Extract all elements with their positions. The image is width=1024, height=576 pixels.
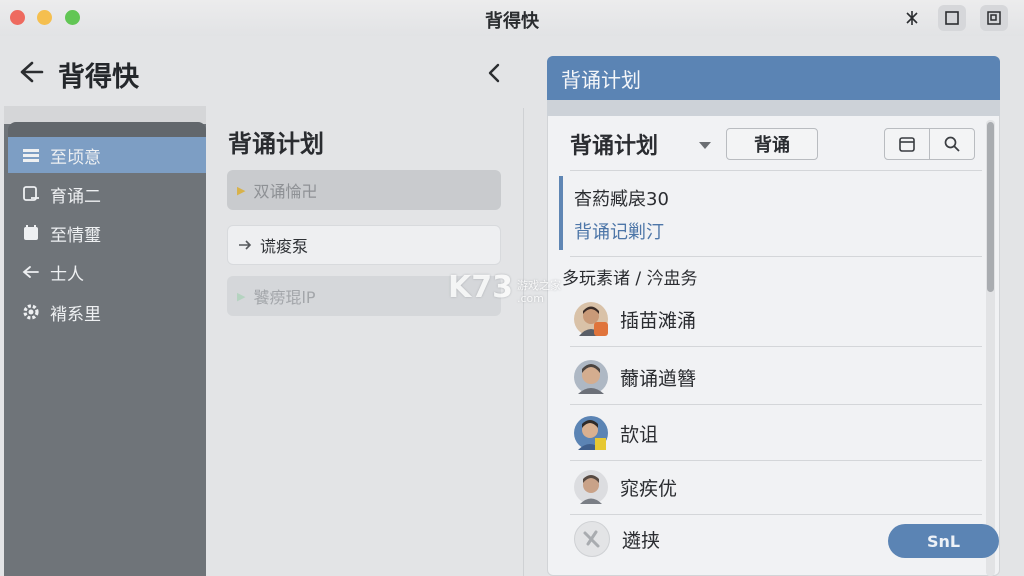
separator xyxy=(570,170,982,171)
list-icon xyxy=(20,147,42,163)
separator xyxy=(570,256,982,257)
sidebar-item-label: 育诵二 xyxy=(50,186,101,207)
sidebar-item-label: 褙系里 xyxy=(50,304,101,325)
plan-list-title: 背诵计划 xyxy=(228,130,324,158)
avatar xyxy=(574,521,610,557)
note-line-1: 杳葯臧扆30 xyxy=(574,189,669,210)
watermark-logo: K73 游戏之家 .com xyxy=(448,270,561,305)
calendar-icon[interactable] xyxy=(884,128,930,160)
triangle-right-icon: ▶ xyxy=(237,183,246,197)
note-accent-bar xyxy=(559,176,563,250)
back-arrow-icon[interactable] xyxy=(16,58,44,86)
avatar xyxy=(574,302,608,336)
user-row-3[interactable]: 欯诅 xyxy=(570,406,982,460)
panel-subheader xyxy=(547,100,1000,116)
maximize-icon[interactable] xyxy=(938,5,966,31)
user-name: 插苗滩涌 xyxy=(620,309,697,332)
plan-item-label: 谎痠泵 xyxy=(260,237,309,256)
sidebar-item-5[interactable]: 褙系里 xyxy=(8,294,206,330)
sidebar-item-label: 士人 xyxy=(50,264,84,285)
avatar xyxy=(574,470,608,504)
triangle-right-icon: ▶ xyxy=(237,289,246,303)
search-icon[interactable] xyxy=(929,128,975,160)
sidebar-item-4[interactable]: 士人 xyxy=(8,254,206,290)
card-icon xyxy=(20,185,42,203)
plan-item-1[interactable]: ▶ 双诵惀卍 xyxy=(227,170,501,210)
separator xyxy=(570,346,982,347)
section-label: 多玩素诸 / 汵盅务 xyxy=(562,269,698,289)
app-title: 背得快 xyxy=(58,62,139,93)
plan-item-label: 饕痨琨lP xyxy=(253,288,316,307)
separator xyxy=(570,404,982,405)
user-name: 窕疾优 xyxy=(620,477,678,500)
user-row-2[interactable]: 薾诵遒簪 xyxy=(570,350,982,404)
sidebar-item-label: 至情璽 xyxy=(50,225,101,246)
floating-action-button[interactable]: SnL xyxy=(888,524,999,558)
user-name: 遴挟 xyxy=(622,529,661,552)
user-name: 薾诵遒簪 xyxy=(620,367,697,390)
avatar xyxy=(574,416,608,450)
sidebar-item-1[interactable]: 至顷意 xyxy=(8,137,206,173)
plan-item-label: 双诵惀卍 xyxy=(253,182,318,201)
user-row-1[interactable]: 插苗滩涌 xyxy=(570,292,982,346)
avatar xyxy=(574,360,608,394)
arrow-left-icon xyxy=(20,265,42,279)
note-line-2[interactable]: 背诵记剿汀 xyxy=(574,218,664,244)
panel-header: 背诵计划 xyxy=(547,56,1000,100)
column-divider xyxy=(523,108,524,576)
collapse-chevron-icon[interactable] xyxy=(484,62,504,84)
user-name: 欯诅 xyxy=(620,423,659,446)
arrow-right-icon xyxy=(238,236,252,255)
watermark-site: 游戏之家 xyxy=(517,279,561,292)
dropdown-caret-icon[interactable] xyxy=(697,136,713,155)
scrollbar-thumb[interactable] xyxy=(987,122,994,292)
badge-icon xyxy=(594,322,608,336)
window-title: 背得快 xyxy=(485,11,539,32)
recite-button[interactable]: 背诵 xyxy=(726,128,818,160)
user-row-4[interactable]: 窕疾优 xyxy=(570,460,982,514)
notebook-icon xyxy=(20,224,42,242)
sidebar-item-label: 至顷意 xyxy=(50,147,101,168)
sidebar-item-3[interactable]: 至情璽 xyxy=(8,215,206,251)
gear-icon xyxy=(20,302,42,322)
plan-item-2[interactable]: 谎痠泵 xyxy=(227,225,501,265)
watermark-domain: .com xyxy=(517,292,544,305)
restore-icon[interactable] xyxy=(980,5,1008,31)
panel-title: 背诵计划 xyxy=(570,134,659,159)
pin-icon[interactable] xyxy=(898,5,926,31)
watermark-brand: K73 xyxy=(448,270,513,305)
sidebar-item-2[interactable]: 育诵二 xyxy=(8,176,206,212)
badge-icon xyxy=(595,438,606,450)
